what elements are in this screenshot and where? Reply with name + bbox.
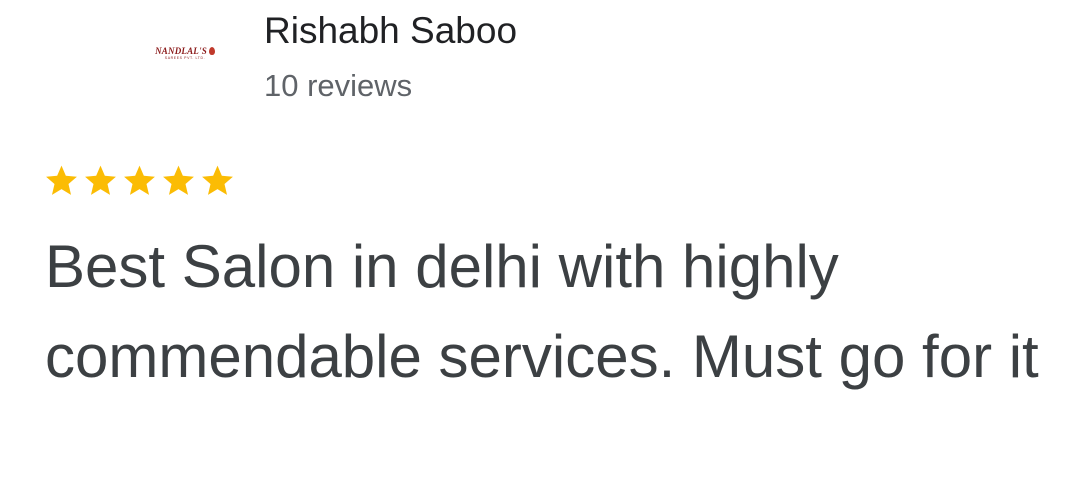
review-count: 10 reviews	[264, 68, 413, 103]
reviewer-name[interactable]: Rishabh Saboo	[264, 8, 517, 54]
logo-drop-icon	[208, 46, 215, 55]
star-icon	[124, 165, 155, 195]
avatar[interactable]: NANDLAL'S SAREES PVT. LTD.	[150, 38, 220, 68]
star-icon	[46, 165, 77, 195]
star-icon	[202, 165, 233, 195]
avatar-logo: NANDLAL'S	[155, 46, 215, 56]
star-icon	[163, 165, 194, 195]
star-rating	[43, 160, 236, 202]
avatar-logo-text: NANDLAL'S	[155, 45, 207, 56]
review-text: Best Salon in delhi with highly commenda…	[45, 233, 1039, 390]
star-icon	[85, 165, 116, 195]
review-card: NANDLAL'S SAREES PVT. LTD. Rishabh Saboo…	[0, 0, 1079, 504]
avatar-logo-subtext: SAREES PVT. LTD.	[164, 55, 206, 60]
